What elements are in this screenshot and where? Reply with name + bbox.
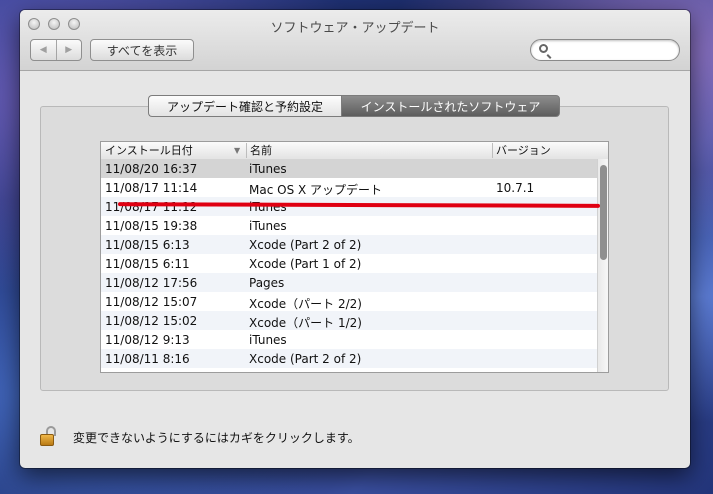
- name-cell: Pages: [249, 276, 285, 290]
- table-row[interactable]: 11/08/12 15:02 Xcode（パート 1/2): [101, 311, 597, 330]
- padlock-icon[interactable]: [40, 426, 58, 446]
- install-date-cell: 11/08/12 15:07: [105, 295, 198, 309]
- search-icon: [539, 44, 548, 53]
- install-date-cell: 11/08/20 16:37: [105, 162, 198, 176]
- install-date-cell: 11/08/15 19:38: [105, 219, 198, 233]
- scrollbar-thumb[interactable]: [600, 165, 607, 260]
- column-divider: [246, 143, 247, 158]
- name-cell: Xcode（パート 2/2): [249, 297, 362, 311]
- table-row[interactable]: 11/08/11 8:16 Xcode (Part 2 of 2): [101, 349, 597, 368]
- column-header-name[interactable]: 名前: [250, 143, 272, 158]
- back-arrow-icon[interactable]: ◀: [31, 40, 57, 60]
- search-input[interactable]: [555, 42, 677, 60]
- title-bar: ソフトウェア・アップデート ◀ ▶ すべてを表示: [20, 10, 690, 71]
- install-date-cell: 11/08/12 15:02: [105, 314, 198, 328]
- table-row[interactable]: 11/08/15 6:11 Xcode (Part 1 of 2): [101, 254, 597, 273]
- table-header: インストール日付 ▼ 名前 バージョン: [101, 142, 608, 160]
- table-row[interactable]: 11/08/15 19:38 iTunes: [101, 216, 597, 235]
- vertical-scrollbar[interactable]: [597, 159, 608, 372]
- tab-installed-software[interactable]: インストールされたソフトウェア: [341, 95, 560, 117]
- table-row[interactable]: 11/08/12 9:13 iTunes: [101, 330, 597, 349]
- table-row[interactable]: 11/08/17 11:14 Mac OS X アップデート 10.7.1: [101, 178, 597, 197]
- column-header-install-date[interactable]: インストール日付: [105, 143, 193, 158]
- tab-bar: アップデート確認と予約設定 インストールされたソフトウェア: [148, 95, 560, 117]
- table-row[interactable]: 11/08/12 17:56 Pages: [101, 273, 597, 292]
- install-date-cell: 11/08/17 11:14: [105, 181, 198, 195]
- name-cell: iTunes: [249, 333, 287, 347]
- column-divider: [492, 143, 493, 158]
- installed-software-table: インストール日付 ▼ 名前 バージョン 11/08/20 16:37 iTune…: [100, 141, 609, 373]
- version-cell: 10.7.1: [496, 181, 535, 195]
- name-cell: Mac OS X アップデート: [249, 183, 383, 197]
- table-row[interactable]: 11/08/12 15:07 Xcode（パート 2/2): [101, 292, 597, 311]
- window-title: ソフトウェア・アップデート: [270, 21, 440, 36]
- show-all-button[interactable]: すべてを表示: [90, 39, 194, 61]
- forward-arrow-icon[interactable]: ▶: [57, 40, 82, 60]
- table-row[interactable]: 11/08/15 6:13 Xcode (Part 2 of 2): [101, 235, 597, 254]
- sort-descending-icon: ▼: [234, 146, 241, 155]
- preferences-window: ソフトウェア・アップデート ◀ ▶ すべてを表示 アップデート確認と予約設定 イ…: [20, 10, 690, 468]
- table-body: 11/08/20 16:37 iTunes 11/08/17 11:14 Mac…: [101, 159, 597, 368]
- column-header-version[interactable]: バージョン: [496, 143, 551, 158]
- install-date-cell: 11/08/15 6:13: [105, 238, 190, 252]
- name-cell: Xcode (Part 1 of 2): [249, 257, 362, 271]
- tab-check-updates[interactable]: アップデート確認と予約設定: [148, 95, 341, 117]
- install-date-cell: 11/08/15 6:11: [105, 257, 190, 271]
- back-forward-control: ◀ ▶: [30, 39, 82, 61]
- name-cell: Xcode (Part 2 of 2): [249, 352, 362, 366]
- name-cell: iTunes: [249, 162, 287, 176]
- name-cell: Xcode (Part 2 of 2): [249, 238, 362, 252]
- install-date-cell: 11/08/11 8:16: [105, 352, 190, 366]
- install-date-cell: 11/08/12 9:13: [105, 333, 190, 347]
- search-field[interactable]: [530, 39, 680, 61]
- lock-instruction-text: 変更できないようにするにはカギをクリックします。: [73, 431, 360, 445]
- name-cell: Xcode（パート 1/2): [249, 316, 362, 330]
- padlock-body: [40, 434, 54, 446]
- table-row[interactable]: 11/08/20 16:37 iTunes: [101, 159, 597, 178]
- install-date-cell: 11/08/12 17:56: [105, 276, 198, 290]
- name-cell: iTunes: [249, 219, 287, 233]
